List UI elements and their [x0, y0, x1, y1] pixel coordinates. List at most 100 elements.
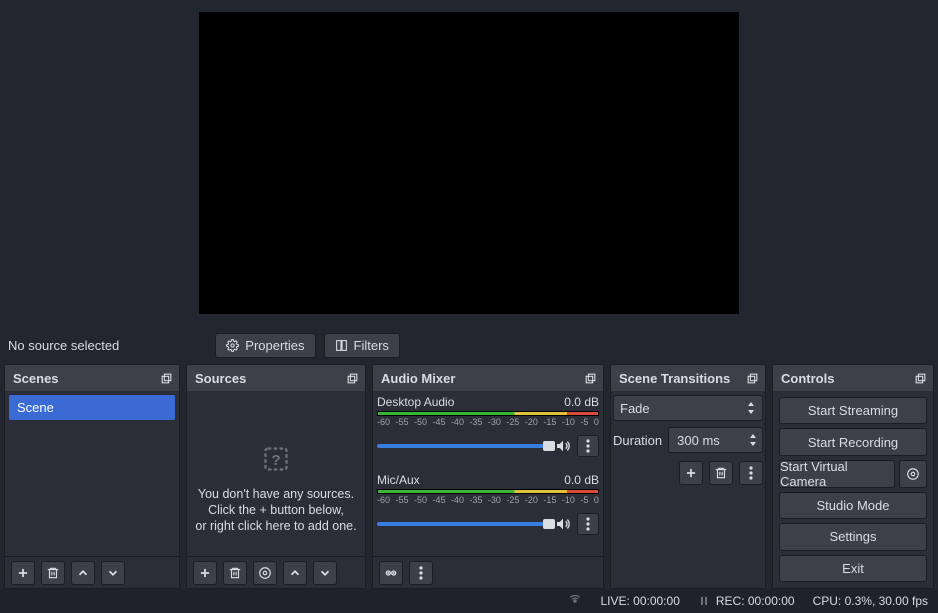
no-source-selected-label: No source selected [8, 338, 119, 353]
mixer-title: Audio Mixer [381, 371, 455, 386]
scene-item[interactable]: Scene [9, 395, 175, 420]
meter-ticks: -60-55-50-45-40-35-30-25-20-15-10-50 [377, 417, 599, 427]
signal-icon [568, 594, 582, 608]
add-transition-button[interactable] [679, 461, 703, 485]
scenes-list[interactable]: Scene [5, 391, 179, 556]
status-connection [568, 594, 582, 608]
mixer-list: Desktop Audio 0.0 dB -60-55-50-45-40-35-… [373, 391, 603, 556]
popout-icon[interactable] [914, 372, 927, 385]
spin-arrows-icon [748, 432, 758, 448]
volume-slider[interactable] [377, 522, 549, 526]
sources-empty-placeholder: ? You don't have any sources. Click the … [191, 395, 361, 552]
source-up-button[interactable] [283, 561, 307, 585]
controls-body: Start Streaming Start Recording Start Vi… [773, 391, 933, 588]
question-mark-icon: ? [262, 445, 290, 473]
remove-source-button[interactable] [223, 561, 247, 585]
mixer-toolbar [373, 556, 603, 588]
exit-button[interactable]: Exit [779, 555, 927, 582]
studio-mode-button[interactable]: Studio Mode [779, 492, 927, 519]
sources-empty-line2: Click the + button below, [208, 503, 344, 517]
transition-select[interactable]: Fade [613, 395, 763, 421]
mixer-channel-menu-button[interactable] [577, 435, 599, 457]
slider-thumb[interactable] [543, 519, 555, 529]
scenes-header[interactable]: Scenes [5, 365, 179, 391]
status-bar: LIVE: 00:00:00 REC: 00:00:00 CPU: 0.3%, … [0, 589, 938, 613]
sources-header[interactable]: Sources [187, 365, 365, 391]
transitions-dock: Scene Transitions Fade Duration 300 ms [610, 364, 766, 589]
properties-button[interactable]: Properties [215, 333, 315, 358]
popout-icon[interactable] [346, 372, 359, 385]
scenes-title: Scenes [13, 371, 59, 386]
mixer-channel-menu-button[interactable] [577, 513, 599, 535]
pause-icon [698, 595, 710, 607]
dock-row: Scenes Scene Sources [0, 364, 938, 589]
mixer-channel: Desktop Audio 0.0 dB -60-55-50-45-40-35-… [377, 395, 599, 457]
program-preview[interactable] [199, 12, 739, 314]
source-properties-button[interactable] [253, 561, 277, 585]
advanced-audio-button[interactable] [379, 561, 403, 585]
speaker-icon[interactable] [555, 438, 571, 454]
start-recording-button[interactable]: Start Recording [779, 428, 927, 455]
filters-button-label: Filters [354, 338, 389, 353]
sources-dock: Sources ? You don't have any sources. Cl… [186, 364, 366, 589]
spin-arrows-icon [746, 400, 756, 416]
transitions-header[interactable]: Scene Transitions [611, 365, 765, 391]
transition-selected-value: Fade [620, 401, 650, 416]
duration-label: Duration [613, 433, 662, 448]
filters-button[interactable]: Filters [324, 333, 400, 358]
mixer-channel: Mic/Aux 0.0 dB -60-55-50-45-40-35-30-25-… [377, 473, 599, 535]
start-virtual-camera-button[interactable]: Start Virtual Camera [779, 460, 895, 488]
add-scene-button[interactable] [11, 561, 35, 585]
controls-dock: Controls Start Streaming Start Recording… [772, 364, 934, 589]
properties-button-label: Properties [245, 338, 304, 353]
svg-text:?: ? [271, 451, 280, 468]
remove-scene-button[interactable] [41, 561, 65, 585]
sources-title: Sources [195, 371, 246, 386]
scenes-toolbar [5, 556, 179, 588]
scene-down-button[interactable] [101, 561, 125, 585]
mixer-channel-name: Desktop Audio [377, 395, 454, 409]
remove-transition-button[interactable] [709, 461, 733, 485]
controls-header[interactable]: Controls [773, 365, 933, 391]
speaker-icon[interactable] [555, 516, 571, 532]
settings-button[interactable]: Settings [779, 523, 927, 550]
sources-empty-line1: You don't have any sources. [198, 487, 354, 501]
transition-properties-button[interactable] [739, 461, 763, 485]
context-toolbar: No source selected Properties Filters [0, 326, 938, 364]
scene-up-button[interactable] [71, 561, 95, 585]
mixer-channel-level: 0.0 dB [564, 473, 599, 487]
mixer-header[interactable]: Audio Mixer [373, 365, 603, 391]
source-down-button[interactable] [313, 561, 337, 585]
audio-meter [377, 489, 599, 494]
scenes-dock: Scenes Scene [4, 364, 180, 589]
mixer-channel-level: 0.0 dB [564, 395, 599, 409]
volume-slider[interactable] [377, 444, 549, 448]
slider-thumb[interactable] [543, 441, 555, 451]
meter-ticks: -60-55-50-45-40-35-30-25-20-15-10-50 [377, 495, 599, 505]
mixer-channel-name: Mic/Aux [377, 473, 420, 487]
status-live: LIVE: 00:00:00 [600, 594, 679, 608]
sources-list[interactable]: ? You don't have any sources. Click the … [187, 391, 365, 556]
status-rec: REC: 00:00:00 [698, 594, 795, 608]
transitions-title: Scene Transitions [619, 371, 730, 386]
virtual-camera-settings-button[interactable] [899, 460, 927, 488]
duration-spinbox[interactable]: 300 ms [668, 427, 763, 453]
gear-icon [226, 339, 239, 352]
popout-icon[interactable] [160, 372, 173, 385]
sources-toolbar [187, 556, 365, 588]
filters-icon [335, 339, 348, 352]
gear-icon [906, 467, 920, 481]
popout-icon[interactable] [746, 372, 759, 385]
audio-mixer-dock: Audio Mixer Desktop Audio 0.0 dB -60-55-… [372, 364, 604, 589]
sources-empty-line3: or right click here to add one. [195, 519, 356, 533]
preview-area [0, 0, 938, 326]
popout-icon[interactable] [584, 372, 597, 385]
add-source-button[interactable] [193, 561, 217, 585]
audio-meter [377, 411, 599, 416]
duration-value: 300 ms [677, 433, 720, 448]
mixer-menu-button[interactable] [409, 561, 433, 585]
start-streaming-button[interactable]: Start Streaming [779, 397, 927, 424]
transitions-body: Fade Duration 300 ms [611, 391, 765, 588]
controls-title: Controls [781, 371, 834, 386]
status-cpu: CPU: 0.3%, 30.00 fps [813, 594, 928, 608]
